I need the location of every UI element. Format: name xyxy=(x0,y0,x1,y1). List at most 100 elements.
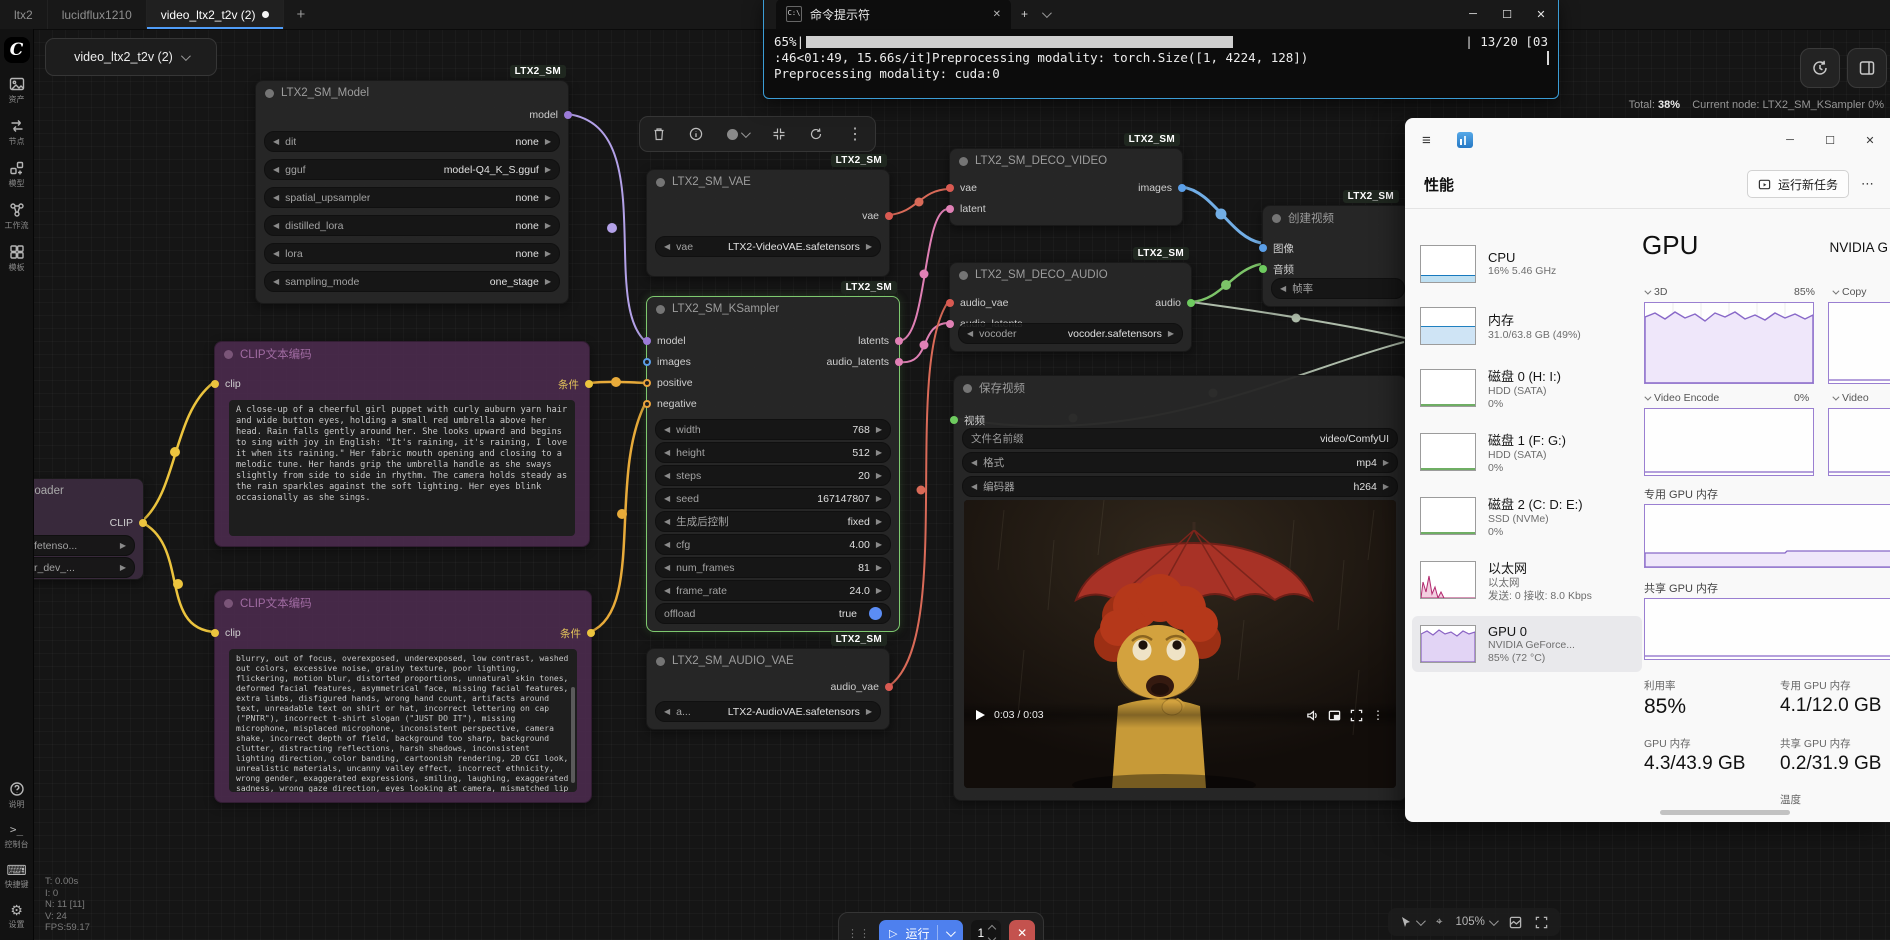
output-port-model[interactable]: model xyxy=(529,107,572,123)
widget-frame-rate[interactable]: ◀frame_rate24.0▶ xyxy=(655,580,891,601)
output-port-latents[interactable]: latents xyxy=(858,333,903,349)
stop-button[interactable]: ✕ xyxy=(1009,920,1035,940)
input-port-latent[interactable]: latent xyxy=(946,201,986,217)
prompt-scrollbar[interactable] xyxy=(571,687,575,783)
right-arrow-icon[interactable]: ▶ xyxy=(1168,329,1174,338)
output-port-conditioning[interactable]: 条件 xyxy=(560,625,595,641)
left-arrow-icon[interactable]: ◀ xyxy=(664,586,670,595)
run-new-task-button[interactable]: 运行新任务 xyxy=(1747,170,1849,198)
input-port-negative[interactable]: negative xyxy=(643,396,697,412)
node-clip-text-encode-negative[interactable]: CLIP文本编码 clip 条件 blurry, out of focus, o… xyxy=(214,590,592,803)
widget-cfg[interactable]: ◀cfg4.00▶ xyxy=(655,534,891,555)
right-arrow-icon[interactable]: ▶ xyxy=(545,221,551,230)
widget-codec[interactable]: ◀编码器h264▶ xyxy=(962,476,1398,497)
node-ltx2-sm-audio-vae[interactable]: LTX2_SM LTX2_SM_AUDIO_VAE audio_vae ◀a..… xyxy=(646,648,890,730)
fit-view-icon[interactable]: ⌖ xyxy=(1436,916,1442,929)
output-port-audio-latents[interactable]: audio_latents xyxy=(827,354,903,370)
collapse-dot[interactable] xyxy=(224,350,233,359)
maximize-icon[interactable]: ☐ xyxy=(1810,118,1850,162)
input-port-clip[interactable]: clip xyxy=(211,625,241,641)
chart-header-copy[interactable]: Copy xyxy=(1832,286,1867,298)
collapse-dot[interactable] xyxy=(959,157,968,166)
right-arrow-icon[interactable]: ▶ xyxy=(545,193,551,202)
widget-steps[interactable]: ◀steps20▶ xyxy=(655,465,891,486)
horizontal-scrollbar[interactable] xyxy=(1660,810,1790,815)
perf-item-memory[interactable]: 内存31.0/63.8 GB (49%) xyxy=(1412,298,1642,354)
right-arrow-icon[interactable]: ▶ xyxy=(866,707,872,716)
chart-header-video-encode[interactable]: Video Encode xyxy=(1644,392,1719,404)
node-ltx2-sm-model[interactable]: LTX2_SM LTX2_SM_Model model ◀ditnone▶ ◀g… xyxy=(255,80,569,304)
sidebar-item-assets[interactable]: 资产 xyxy=(9,76,25,105)
input-port-image[interactable]: 图像 xyxy=(1259,240,1294,256)
right-arrow-icon[interactable]: ▶ xyxy=(876,517,882,526)
new-terminal-tab-button[interactable]: + xyxy=(1011,7,1038,21)
input-port-model[interactable]: model xyxy=(643,333,686,349)
perf-item-disk0[interactable]: 磁盘 0 (H: I:)HDD (SATA)0% xyxy=(1412,360,1642,416)
right-arrow-icon[interactable]: ▶ xyxy=(876,540,882,549)
widget-num-frames[interactable]: ◀num_frames81▶ xyxy=(655,557,891,578)
widget-dit[interactable]: ◀ditnone▶ xyxy=(264,131,560,152)
left-arrow-icon[interactable]: ◀ xyxy=(971,482,977,491)
node-ltx2-sm-vae[interactable]: LTX2_SM LTX2_SM_VAE vae ◀vaeLTX2-VideoVA… xyxy=(646,169,890,277)
input-port-audio-vae[interactable]: audio_vae xyxy=(946,295,1008,311)
task-manager-window[interactable]: ≡ ─ ☐ ✕ 性能 运行新任务 ⋯ CPU16% 5.46 GHz 内存31 xyxy=(1405,118,1890,822)
node-create-video[interactable]: LTX2_SM 创建视频 图像 音频 ◀帧率 xyxy=(1262,205,1414,307)
left-arrow-icon[interactable]: ◀ xyxy=(664,563,670,572)
left-arrow-icon[interactable]: ◀ xyxy=(664,707,670,716)
negative-prompt-textarea[interactable]: blurry, out of focus, overexposed, under… xyxy=(229,649,577,792)
sidebar-item-settings[interactable]: ⚙ 设置 xyxy=(9,903,25,930)
command-prompt-window[interactable]: C:\ 命令提示符 ✕ + ─ ☐ ✕ 65%|| 13/20 [03 :46<… xyxy=(763,0,1559,99)
left-arrow-icon[interactable]: ◀ xyxy=(664,517,670,526)
right-arrow-icon[interactable]: ▶ xyxy=(876,425,882,434)
left-arrow-icon[interactable]: ◀ xyxy=(664,471,670,480)
widget-frame-rate[interactable]: ◀帧率 xyxy=(1271,278,1405,299)
right-arrow-icon[interactable]: ▶ xyxy=(876,563,882,572)
input-port-clip[interactable]: clip xyxy=(211,376,241,392)
collapse-dot[interactable] xyxy=(1272,214,1281,223)
right-arrow-icon[interactable]: ▶ xyxy=(545,165,551,174)
tab-lucidflux1210[interactable]: lucidflux1210 xyxy=(48,0,147,29)
widget-vae-file[interactable]: ◀vaeLTX2-VideoVAE.safetensors▶ xyxy=(655,236,881,257)
collapse-dot[interactable] xyxy=(656,178,665,187)
panel-toggle-button[interactable] xyxy=(1847,48,1887,88)
sidebar-item-models[interactable]: 模型 xyxy=(9,160,25,189)
pip-icon[interactable] xyxy=(1328,709,1341,722)
node-color-picker[interactable] xyxy=(727,129,748,140)
batch-count-stepper[interactable]: 1 xyxy=(971,920,1001,940)
left-arrow-icon[interactable]: ◀ xyxy=(664,425,670,434)
left-arrow-icon[interactable]: ◀ xyxy=(273,221,279,230)
right-arrow-icon[interactable]: ▶ xyxy=(545,137,551,146)
new-tab-button[interactable]: + xyxy=(284,0,317,29)
close-tab-icon[interactable]: ✕ xyxy=(993,9,1001,20)
right-arrow-icon[interactable]: ▶ xyxy=(120,541,126,550)
widget-audio-vae-file[interactable]: ◀a...LTX2-AudioVAE.safetensors▶ xyxy=(655,701,881,722)
left-arrow-icon[interactable]: ◀ xyxy=(273,165,279,174)
perf-item-disk1[interactable]: 磁盘 1 (F: G:)HDD (SATA)0% xyxy=(1412,424,1642,480)
node-ltx2-sm-ksampler[interactable]: LTX2_SM LTX2_SM_KSampler model images po… xyxy=(646,296,900,632)
right-arrow-icon[interactable]: ▶ xyxy=(545,277,551,286)
chart-header-3d[interactable]: 3D xyxy=(1644,286,1667,298)
right-arrow-icon[interactable]: ▶ xyxy=(876,448,882,457)
close-icon[interactable]: ✕ xyxy=(1524,8,1558,21)
delete-icon[interactable] xyxy=(652,127,666,141)
terminal-tab[interactable]: C:\ 命令提示符 ✕ xyxy=(776,0,1011,29)
perf-item-gpu0[interactable]: GPU 0NVIDIA GeForce...85% (72 °C) xyxy=(1412,616,1642,672)
input-port-images[interactable]: images xyxy=(643,354,691,370)
input-port-vae[interactable]: vae xyxy=(946,180,977,196)
sidebar-item-console[interactable]: >_ 控制台 xyxy=(5,823,29,850)
output-port-vae[interactable]: vae xyxy=(862,208,893,224)
collapse-dot[interactable] xyxy=(265,89,274,98)
widget-width[interactable]: ◀width768▶ xyxy=(655,419,891,440)
right-arrow-icon[interactable]: ▶ xyxy=(876,586,882,595)
widget-filename-prefix[interactable]: 文件名前缀video/ComfyUI xyxy=(962,428,1398,449)
right-arrow-icon[interactable]: ▶ xyxy=(866,242,872,251)
output-port-clip[interactable]: CLIP xyxy=(110,515,147,531)
tab-video-ltx2-t2v[interactable]: video_ltx2_t2v (2) xyxy=(147,0,285,29)
right-arrow-icon[interactable]: ▶ xyxy=(1383,458,1389,467)
perf-item-ethernet[interactable]: 以太网以太网发送: 0 接收: 8.0 Kbps xyxy=(1412,552,1642,608)
refresh-icon[interactable] xyxy=(809,127,823,141)
perf-item-disk2[interactable]: 磁盘 2 (C: D: E:)SSD (NVMe)0% xyxy=(1412,488,1642,544)
input-port-positive[interactable]: positive xyxy=(643,375,693,391)
more-options-icon[interactable]: ⋮ xyxy=(847,124,863,144)
left-arrow-icon[interactable]: ◀ xyxy=(967,329,973,338)
